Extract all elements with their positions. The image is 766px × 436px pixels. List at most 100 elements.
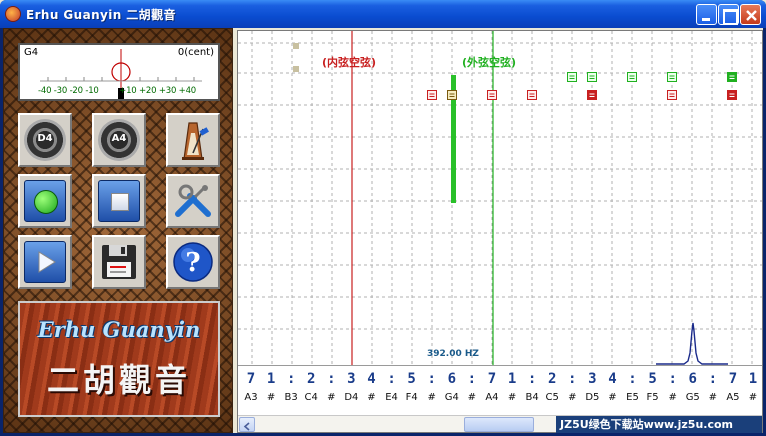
scale-degree: 6 [689,371,697,387]
settings-tools-button[interactable] [166,174,220,228]
position-marker-top [293,43,299,49]
play-button[interactable] [18,235,72,289]
play-icon [38,251,56,273]
finger-marker [667,90,677,100]
speaker-icon: D4 [24,119,66,161]
finger-marker [567,72,577,82]
note-name: # [428,392,436,403]
note-name: G4 [445,392,459,403]
d4-label: D4 [37,133,53,144]
scale-keyboard[interactable]: 71:2:34:5:6:71:2:34:5:6:71 A3 # B3 C4 # D4 # E4… [238,365,762,415]
note-name: G5 [686,392,700,403]
pitch-display-panel: (内弦空弦) (外弦空弦) 392.00 HZ 71:2:34:5:6:71:2… [237,30,763,433]
scale-degree: 7 [247,371,255,387]
finger-marker [587,72,597,82]
scale-degree: 1 [749,371,757,387]
finger-marker [487,90,497,100]
scale-degree: 3 [588,371,596,387]
d4-tone-button[interactable]: D4 [18,113,72,167]
svg-text:?: ? [185,248,200,278]
title-bar[interactable]: Erhu Guanyin 二胡觀音 [0,0,766,28]
a4-tone-button[interactable]: A4 [92,113,146,167]
pitch-grid-canvas: (内弦空弦) (外弦空弦) 392.00 HZ [238,31,762,365]
chevron-left-icon [243,422,250,431]
stop-icon [111,193,129,211]
note-name: # [267,392,275,403]
app-logo: Erhu Guanyin 二胡觀音 [18,301,220,417]
stop-face [98,180,140,222]
note-name: A5 [726,392,739,403]
tuner-meter: G4 0(cent) -40 -30 -20 -10 +10 +20 +30 +… [18,43,220,101]
floppy-disk-icon [102,245,136,279]
scale-degree: 5 [407,371,415,387]
note-name: A3 [244,392,257,403]
note-name: B4 [526,392,539,403]
note-name: # [668,392,676,403]
note-name: F4 [406,392,418,403]
scale-degree: 4 [367,371,375,387]
watermark: JZ5U绿色下载站www.jz5u.com [556,416,762,433]
note-name: # [508,392,516,403]
logo-chinese: 二胡觀音 [46,361,191,399]
frequency-readout: 392.00 HZ [427,349,479,359]
note-name: # [327,392,335,403]
note-name: A4 [485,392,498,403]
finger-marker [427,90,437,100]
help-icon: ? [173,242,213,282]
record-button[interactable] [18,174,72,228]
scale-degree: 4 [608,371,616,387]
minimize-button[interactable] [696,4,717,25]
horizontal-scrollbar[interactable]: JZ5U绿色下载站www.jz5u.com [238,415,762,433]
a4-label: A4 [111,133,127,144]
maximize-button[interactable] [718,4,739,25]
client-area: G4 0(cent) -40 -30 -20 -10 +10 +20 +30 +… [3,28,763,433]
metronome-icon [182,122,209,160]
app-window: Erhu Guanyin 二胡觀音 G4 0(cent) -40 -30 -20… [0,0,766,436]
tuner-scale-positive: +10 +20 +30 +40 [119,86,197,96]
scale-degree: : [387,371,395,387]
note-name: C4 [305,392,318,403]
logo-english: Erhu Guanyin [37,317,201,342]
note-name: D5 [585,392,599,403]
note-name: # [367,392,375,403]
control-panel: G4 0(cent) -40 -30 -20 -10 +10 +20 +30 +… [3,28,233,433]
scale-degree: : [709,371,717,387]
speaker-icon: A4 [98,119,140,161]
tuner-scale-negative: -40 -30 -20 -10 [38,86,99,96]
pitch-grid[interactable]: (内弦空弦) (外弦空弦) 392.00 HZ [238,31,762,365]
close-button[interactable] [740,4,761,25]
finger-marker [727,90,737,100]
note-name: E5 [626,392,639,403]
note-name: E4 [385,392,398,403]
scroll-thumb[interactable] [464,417,534,432]
record-face [24,180,66,222]
scale-degree: 2 [307,371,315,387]
note-name: C5 [546,392,559,403]
finger-marker [667,72,677,82]
finger-marker [627,72,637,82]
tools-icon [175,184,211,217]
metronome-button[interactable] [166,113,220,167]
note-name: # [468,392,476,403]
outer-string-label: (外弦空弦) [462,55,516,69]
scale-degree: 5 [648,371,656,387]
scale-labels: 71:2:34:5:6:71:2:34:5:6:71 A3 # B3 C4 # D4 # E4… [244,371,757,403]
finger-marker [447,90,457,100]
note-name: F5 [647,392,659,403]
scale-degree: : [668,371,676,387]
scale-degree: : [528,371,536,387]
record-icon [34,190,58,214]
help-button[interactable]: ? [166,235,220,289]
scale-degree: 1 [267,371,275,387]
scroll-left-arrow[interactable] [239,417,255,432]
scale-degree: : [428,371,436,387]
stop-button[interactable] [92,174,146,228]
note-name: # [749,392,757,403]
position-marker-top [293,66,299,72]
inner-string-label: (内弦空弦) [322,55,376,69]
note-name: # [568,392,576,403]
scale-degree: 7 [729,371,737,387]
save-button[interactable] [92,235,146,289]
scale-degree: 1 [508,371,516,387]
note-name: # [608,392,616,403]
